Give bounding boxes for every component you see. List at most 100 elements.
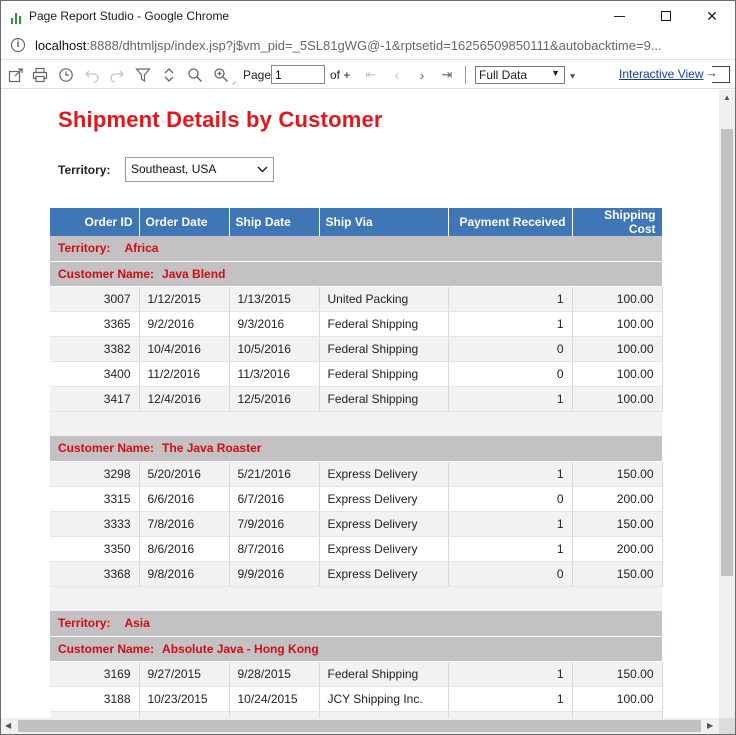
- info-icon[interactable]: i: [11, 38, 25, 52]
- scroll-left-icon[interactable]: ◀: [5, 721, 11, 730]
- order-id-cell: 3007: [50, 286, 140, 312]
- column-header-payment-received[interactable]: Payment Received: [448, 208, 573, 236]
- horizontal-scrollbar[interactable]: ◀ ▶: [1, 718, 719, 734]
- page-count-label: of +: [330, 68, 351, 82]
- scrollbar-corner: [719, 718, 735, 734]
- ship-via-cell: Express Delivery: [319, 461, 449, 487]
- maximize-button[interactable]: [643, 1, 689, 32]
- ship-via-cell: Federal Shipping: [319, 711, 449, 718]
- minimize-icon: [614, 16, 625, 17]
- territory-select[interactable]: Southeast, USA: [125, 157, 274, 182]
- order-date-cell: 11/2/2016: [139, 361, 230, 387]
- url-text[interactable]: localhost:8888/dhtmljsp/index.jsp?j$vm_p…: [35, 38, 725, 53]
- order-date-cell: 10/4/2016: [139, 336, 230, 362]
- ship-via-cell: United Packing: [319, 286, 449, 312]
- app-chart-icon: [10, 10, 24, 24]
- order-date-cell: 11/27/2015: [139, 711, 230, 718]
- exit-icon[interactable]: [705, 65, 730, 83]
- ship-date-cell: 9/3/2016: [229, 311, 320, 337]
- table-row[interactable]: 3333 7/8/2016 7/9/2016 Express Delivery 1 150…: [50, 511, 663, 537]
- payment-received-cell: 1: [448, 686, 573, 712]
- column-header-ship-date[interactable]: Ship Date: [229, 208, 320, 236]
- previous-page-icon[interactable]: ‹: [389, 67, 405, 83]
- minimize-button[interactable]: [597, 1, 643, 32]
- column-header-order-id[interactable]: Order ID: [50, 208, 140, 236]
- table-row[interactable]: 3169 9/27/2015 9/28/2015 Federal Shipping 1 1…: [50, 661, 663, 687]
- redo-icon[interactable]: [109, 67, 125, 83]
- table-row[interactable]: 3188 10/23/2015 10/24/2015 JCY Shipping Inc…: [50, 686, 663, 712]
- ship-date-cell: 10/24/2015: [229, 686, 320, 712]
- column-header-order-date[interactable]: Order Date: [139, 208, 230, 236]
- clock-icon[interactable]: [58, 67, 74, 83]
- ship-via-cell: Express Delivery: [319, 486, 449, 512]
- customer-group-cell: Customer Name: Java Blend: [50, 261, 662, 287]
- ship-date-cell: 12/5/2016: [229, 386, 320, 412]
- shipping-cost-cell: 100.00: [572, 361, 663, 387]
- vertical-scroll-thumb[interactable]: [721, 129, 733, 576]
- ship-via-cell: Express Delivery: [319, 536, 449, 562]
- order-date-cell: 5/20/2016: [139, 461, 230, 487]
- export-icon[interactable]: [8, 67, 24, 83]
- table-row[interactable]: 3400 11/2/2016 11/3/2016 Federal Shipping 0 1…: [50, 361, 663, 387]
- data-mode-select[interactable]: Full Data ▼: [475, 66, 565, 84]
- table-row[interactable]: 3007 1/12/2015 1/13/2015 United Packing 1 100…: [50, 286, 663, 312]
- shipping-cost-cell: 150.00: [572, 511, 663, 537]
- search-icon[interactable]: [187, 67, 203, 83]
- zoom-dropdown-icon[interactable]: ⸝: [232, 74, 237, 87]
- toolbar-divider: [465, 66, 466, 84]
- payment-received-cell: 0: [448, 336, 573, 362]
- horizontal-scroll-thumb[interactable]: [18, 720, 701, 732]
- table-row[interactable]: 320411/27/201511/28/2015Federal Shipping…: [50, 711, 663, 718]
- sort-icon[interactable]: [161, 67, 177, 83]
- order-date-cell: 9/27/2015: [139, 661, 230, 687]
- print-icon[interactable]: [32, 67, 48, 83]
- ship-via-cell: Express Delivery: [319, 561, 449, 587]
- order-date-cell: 12/4/2016: [139, 386, 230, 412]
- customer-group-row: Customer Name: The Java Roaster: [50, 436, 662, 462]
- dropdown-arrow-icon[interactable]: ⯆: [569, 72, 576, 83]
- undo-icon[interactable]: [84, 67, 100, 83]
- interactive-view-link[interactable]: Interactive View: [619, 67, 704, 81]
- maximize-icon: [661, 11, 671, 21]
- table-row[interactable]: 3350 8/6/2016 8/7/2016 Express Delivery 1 200…: [50, 536, 663, 562]
- payment-received-cell: 1: [448, 311, 573, 337]
- table-row[interactable]: 3315 6/6/2016 6/7/2016 Express Delivery 0 200…: [50, 486, 663, 512]
- order-date-cell: 1/12/2015: [139, 286, 230, 312]
- table-row[interactable]: 3382 10/4/2016 10/5/2016 Federal Shipping 0 1…: [50, 336, 663, 362]
- table-row[interactable]: 3365 9/2/2016 9/3/2016 Federal Shipping 1 100…: [50, 311, 663, 337]
- filter-icon[interactable]: [135, 67, 151, 83]
- table-row[interactable]: 3298 5/20/2016 5/21/2016 Express Delivery 1 1…: [50, 461, 663, 487]
- report-canvas: Shipment Details by Customer Territory: …: [1, 90, 719, 718]
- table-row[interactable]: 3417 12/4/2016 12/5/2016 Federal Shipping 1 1…: [50, 386, 663, 412]
- first-page-icon[interactable]: ⇤: [363, 67, 379, 83]
- zoom-icon[interactable]: [213, 67, 229, 83]
- shipping-cost-cell: 150.00: [572, 711, 663, 718]
- page-number-input[interactable]: [271, 65, 325, 84]
- column-header-ship-via[interactable]: Ship Via: [319, 208, 449, 236]
- territory-group-cell: Territory: Asia: [50, 611, 662, 637]
- address-bar[interactable]: i localhost:8888/dhtmljsp/index.jsp?j$vm…: [1, 32, 735, 60]
- scroll-up-icon[interactable]: ▲: [723, 93, 731, 102]
- table-row[interactable]: 3368 9/8/2016 9/9/2016 Express Delivery 0 150…: [50, 561, 663, 587]
- payment-received-cell: 1: [448, 661, 573, 687]
- order-id-cell: 3417: [50, 386, 140, 412]
- territory-group-label: Territory:: [58, 241, 111, 256]
- order-id-cell: 3169: [50, 661, 140, 687]
- scroll-right-icon[interactable]: ▶: [707, 721, 713, 730]
- last-page-icon[interactable]: ⇥: [439, 67, 455, 83]
- report-title: Shipment Details by Customer: [58, 107, 383, 132]
- vertical-scrollbar[interactable]: ▲: [719, 90, 735, 718]
- shipping-cost-cell: 150.00: [572, 561, 663, 587]
- group-spacer-row: [50, 586, 662, 611]
- ship-date-cell: 1/13/2015: [229, 286, 320, 312]
- group-spacer-row: [50, 411, 662, 436]
- payment-received-cell: 1: [448, 286, 573, 312]
- title-bar: Page Report Studio - Google Chrome ✕: [1, 1, 735, 32]
- column-header-shipping-cost[interactable]: Shipping Cost: [572, 208, 663, 236]
- close-button[interactable]: ✕: [689, 1, 735, 32]
- ship-date-cell: 9/9/2016: [229, 561, 320, 587]
- order-id-cell: 3350: [50, 536, 140, 562]
- spacer-cell: [50, 411, 662, 436]
- next-page-icon[interactable]: ›: [414, 67, 430, 83]
- order-id-cell: 3400: [50, 361, 140, 387]
